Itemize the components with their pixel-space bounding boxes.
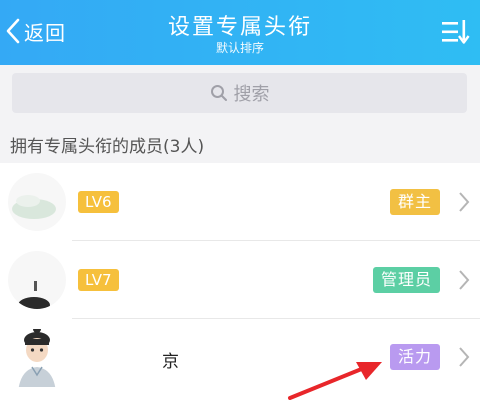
search-placeholder: 搜索 [233,84,270,105]
page-title: 设置专属头衔 [167,15,312,40]
title-tag: 活力 [389,344,440,370]
chevron-right-icon [459,347,470,367]
chevron-right-icon [459,192,470,212]
member-row[interactable]: LV7 管理员 [0,241,480,319]
member-name: 京 [162,352,179,372]
title-tag: 群主 [389,189,440,215]
member-row[interactable]: LV6 群主 [0,163,480,241]
avatar [8,329,66,387]
header-bar: 返回 设置专属头衔 默认排序 [0,0,480,65]
section-header: 拥有专属头衔的成员(3人) [0,123,480,163]
page-subtitle: 默认排序 [215,41,264,55]
level-badge: LV7 [78,269,119,291]
level-badge: LV6 [78,191,119,213]
search-input[interactable]: 搜索 [12,73,467,113]
member-row[interactable]: 京 活力 [0,319,480,397]
avatar [8,251,66,309]
title-tag: 管理员 [372,267,440,293]
avatar [8,173,66,231]
annotation-arrow-icon [288,362,382,400]
search-icon [210,85,227,101]
search-area: 搜索 [0,65,480,123]
sort-icon[interactable] [442,18,470,46]
chevron-right-icon [459,270,470,290]
section-label: 拥有专属头衔的成员(3人) [10,137,205,157]
